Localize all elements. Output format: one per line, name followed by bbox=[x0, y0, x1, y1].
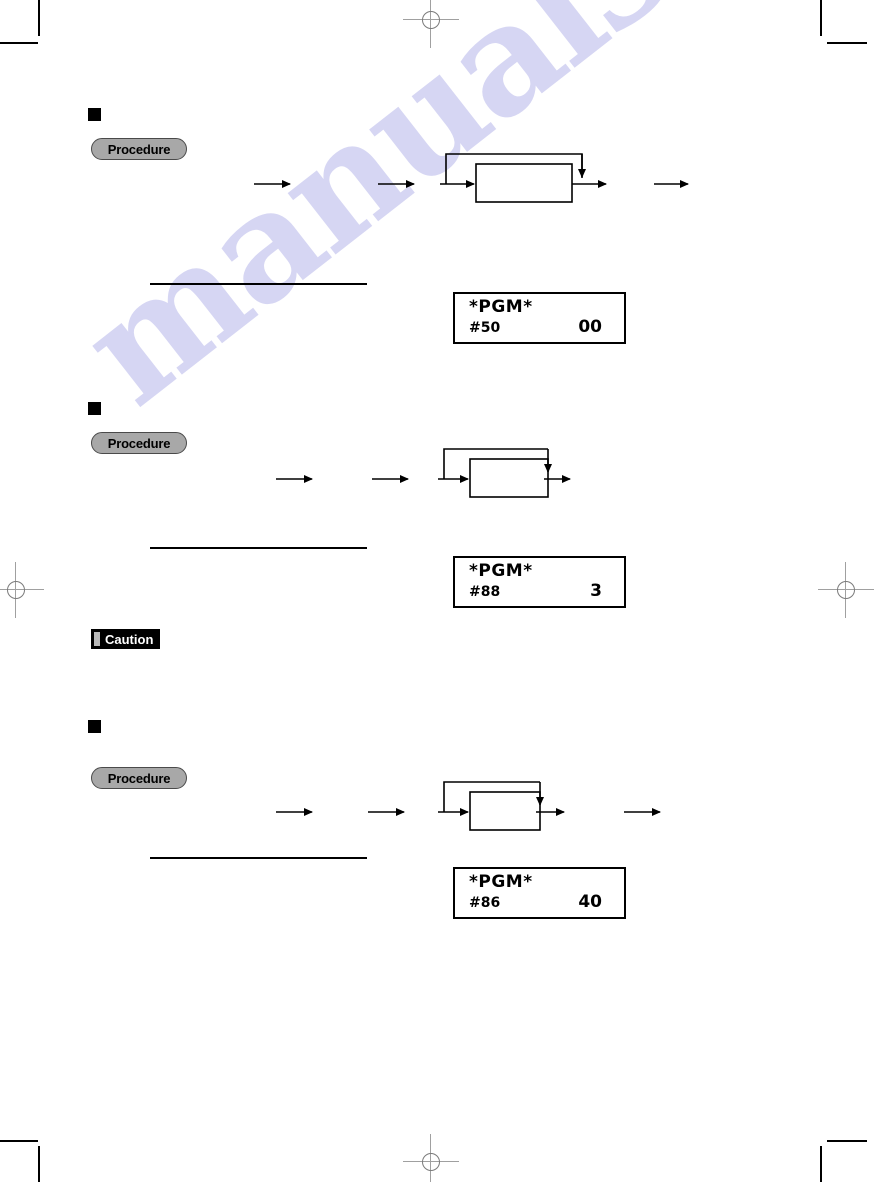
display-title-1: *PGM* bbox=[469, 297, 533, 317]
crop-mark-top-right-horizontal bbox=[827, 42, 867, 44]
section-rule-3 bbox=[150, 857, 367, 859]
registration-mark-bottom bbox=[403, 1134, 459, 1182]
display-panel-2: *PGM* #88 3 bbox=[453, 556, 626, 608]
procedure-flow-diagram-2 bbox=[272, 445, 572, 505]
caution-label-text: Caution bbox=[105, 631, 154, 647]
crop-mark-bottom-right-vertical bbox=[820, 1146, 822, 1182]
section-rule-2 bbox=[150, 547, 367, 549]
crop-mark-bottom-left-horizontal bbox=[0, 1140, 38, 1142]
procedure-label-2: Procedure bbox=[91, 432, 187, 454]
display-panel-1: *PGM* #50 00 bbox=[453, 292, 626, 344]
section-bullet-2 bbox=[88, 402, 101, 415]
registration-mark-left bbox=[0, 562, 44, 618]
display-title-2: *PGM* bbox=[469, 561, 533, 581]
procedure-label-1: Procedure bbox=[91, 138, 187, 160]
watermark: manualshive.com bbox=[50, 0, 893, 439]
crop-mark-bottom-left-vertical bbox=[38, 1146, 40, 1182]
crop-mark-top-left-vertical bbox=[38, 0, 40, 36]
section-bullet-1 bbox=[88, 108, 101, 121]
caution-label: Caution bbox=[91, 629, 161, 649]
procedure-label-text: Procedure bbox=[107, 770, 171, 786]
crop-mark-bottom-right-horizontal bbox=[827, 1140, 867, 1142]
display-code-3: #86 bbox=[469, 895, 501, 911]
display-code-2: #88 bbox=[469, 584, 501, 600]
display-value-2: 3 bbox=[590, 581, 602, 601]
caution-tab-icon bbox=[94, 632, 100, 646]
registration-mark-top bbox=[403, 0, 459, 48]
procedure-label-text: Procedure bbox=[107, 435, 171, 451]
procedure-flow-diagram-3 bbox=[272, 778, 662, 838]
crop-mark-top-left-horizontal bbox=[0, 42, 38, 44]
section-rule-1 bbox=[150, 283, 367, 285]
procedure-label-text: Procedure bbox=[107, 141, 171, 157]
section-bullet-3 bbox=[88, 720, 101, 733]
procedure-flow-diagram-1 bbox=[250, 150, 690, 212]
manual-page: manualshive.com Procedure bbox=[0, 0, 893, 1182]
display-value-1: 00 bbox=[578, 317, 602, 337]
display-title-3: *PGM* bbox=[469, 872, 533, 892]
procedure-label-3: Procedure bbox=[91, 767, 187, 789]
display-value-3: 40 bbox=[578, 892, 602, 912]
crop-mark-top-right-vertical bbox=[820, 0, 822, 36]
registration-mark-right bbox=[818, 562, 874, 618]
display-code-1: #50 bbox=[469, 320, 501, 336]
display-panel-3: *PGM* #86 40 bbox=[453, 867, 626, 919]
